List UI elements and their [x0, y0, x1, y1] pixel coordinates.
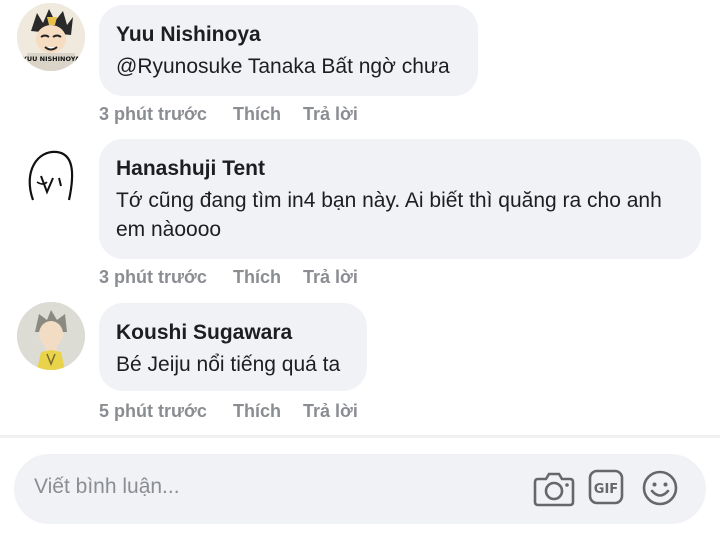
gif-label: GIF: [594, 482, 618, 497]
avatar-illustration: [17, 142, 85, 210]
avatar[interactable]: [17, 142, 85, 210]
avatar[interactable]: YUU NISHINOYA: [17, 3, 85, 71]
comment-bubble: Koushi Sugawara Bé Jeiju nổi tiếng quá t…: [99, 303, 367, 391]
avatar-illustration: [17, 302, 85, 370]
comment-bubble: Yuu Nishinoya @Ryunosuke Tanaka Bất ngờ …: [99, 5, 478, 96]
comment-actions: 5 phút trước Thích Trả lời: [99, 401, 358, 422]
like-link[interactable]: Thích: [233, 104, 303, 125]
like-link[interactable]: Thích: [233, 267, 303, 288]
comment-actions: 3 phút trước Thích Trả lời: [99, 267, 358, 288]
reply-link[interactable]: Trả lời: [303, 104, 358, 125]
comment-timestamp[interactable]: 3 phút trước: [99, 104, 233, 125]
comment-timestamp[interactable]: 5 phút trước: [99, 401, 233, 422]
comment-timestamp[interactable]: 3 phút trước: [99, 267, 233, 288]
comment-text: Tớ cũng đang tìm in4 bạn này. Ai biết th…: [116, 189, 662, 241]
comment-author[interactable]: Koushi Sugawara: [116, 320, 349, 346]
reply-link[interactable]: Trả lời: [303, 401, 358, 422]
comment-input[interactable]: Viết bình luận...: [34, 475, 180, 499]
gif-icon[interactable]: GIF: [588, 469, 624, 510]
comment-text: @Ryunosuke Tanaka Bất ngờ chưa: [116, 55, 450, 78]
avatar-caption: YUU NISHINOYA: [21, 55, 80, 63]
smiley-icon[interactable]: [641, 469, 679, 512]
comment-author[interactable]: Yuu Nishinoya: [116, 22, 460, 48]
comment-bubble: Hanashuji Tent Tớ cũng đang tìm in4 bạn …: [99, 139, 701, 259]
comment-composer[interactable]: Viết bình luận... GIF: [14, 454, 706, 524]
comment-author[interactable]: Hanashuji Tent: [116, 156, 683, 182]
reply-link[interactable]: Trả lời: [303, 267, 358, 288]
divider: [0, 435, 720, 438]
camera-icon[interactable]: [532, 469, 576, 514]
comment-actions: 3 phút trước Thích Trả lời: [99, 104, 358, 125]
like-link[interactable]: Thích: [233, 401, 303, 422]
comment-text: Bé Jeiju nổi tiếng quá ta: [116, 353, 341, 376]
avatar[interactable]: [17, 302, 85, 370]
avatar-illustration: YUU NISHINOYA: [17, 3, 85, 71]
